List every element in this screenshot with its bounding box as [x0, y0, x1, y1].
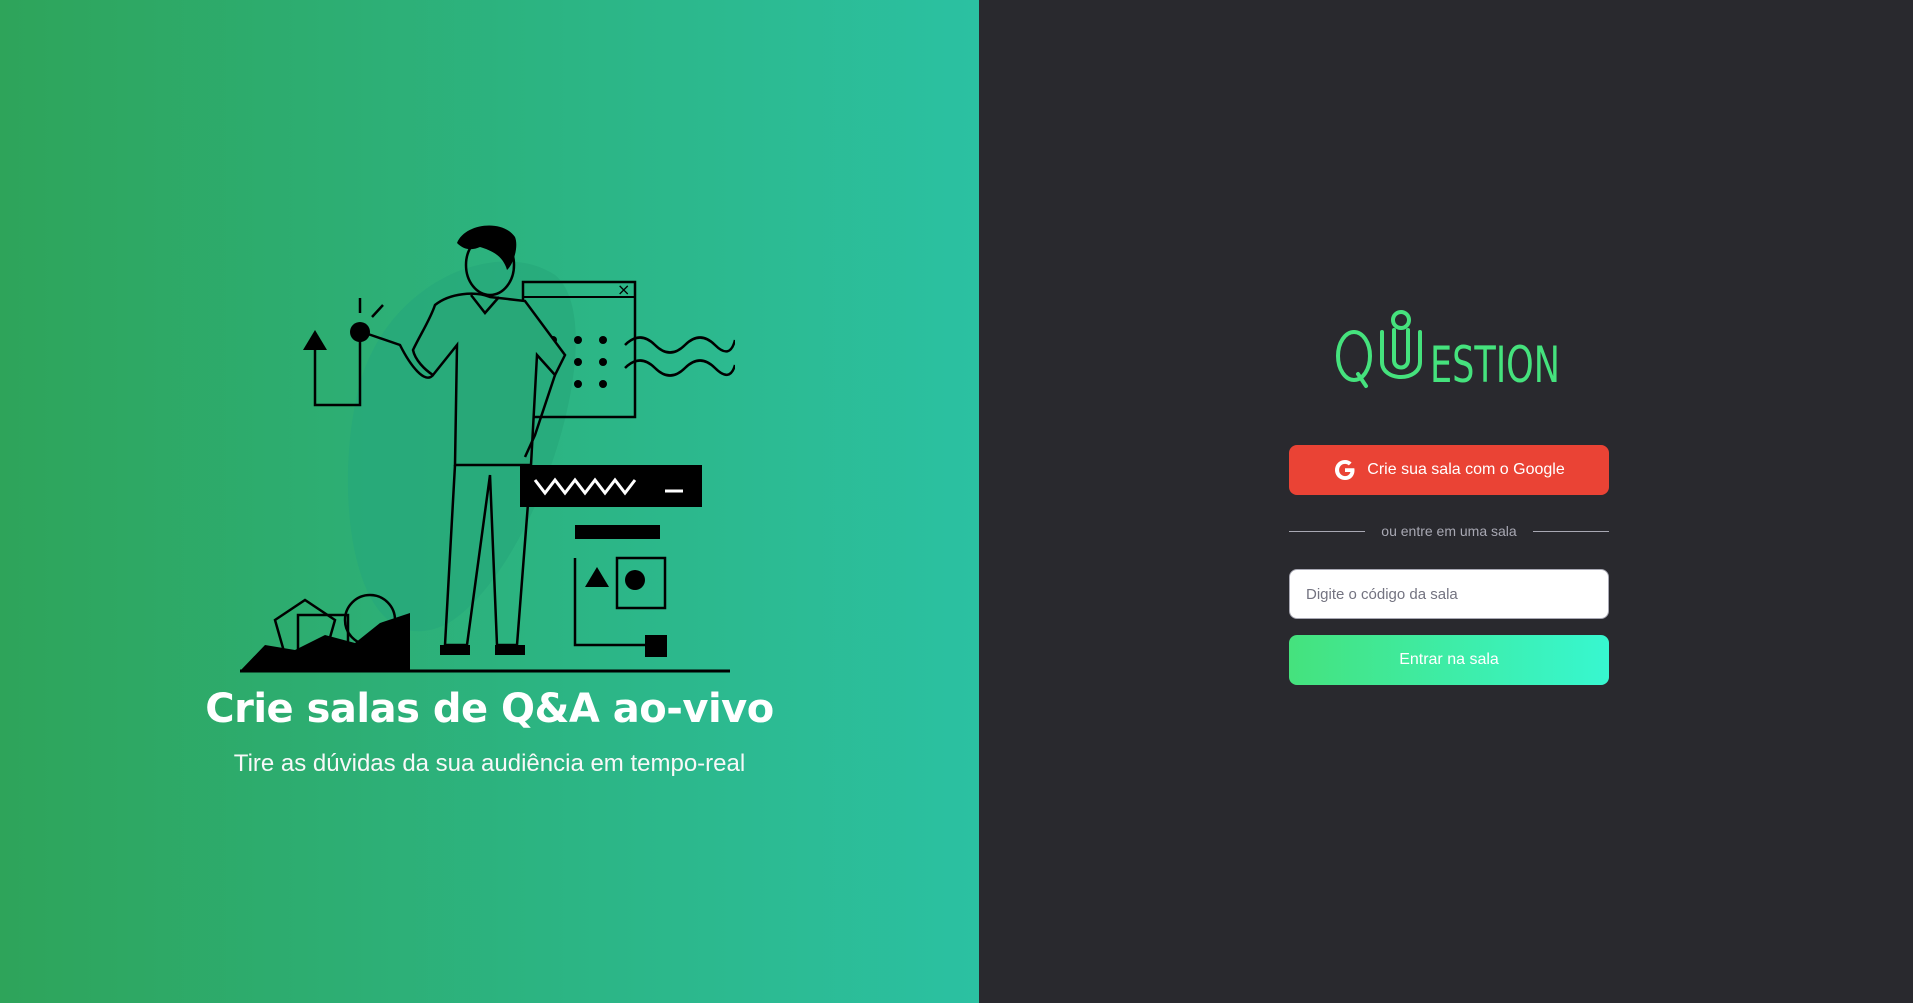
- create-room-google-button[interactable]: Crie sua sala com o Google: [1289, 445, 1609, 495]
- separator-line-left: [1289, 530, 1366, 532]
- svg-text:×: ×: [617, 280, 630, 299]
- hero-panel: × Crie salas de Q&A ao-vivo Tire as dúvi…: [0, 0, 979, 1003]
- hero-subtitle: Tire as dúvidas da sua audiência em temp…: [233, 750, 746, 777]
- enter-room-button[interactable]: Entrar na sala: [1289, 635, 1609, 685]
- person-with-ideas-illustration: ×: [240, 225, 735, 673]
- login-panel: ESTION Crie sua sala com o Google ou ent…: [979, 0, 1913, 1003]
- room-code-input[interactable]: [1289, 569, 1609, 619]
- google-icon: [1335, 460, 1355, 480]
- hero-title: Crie salas de Q&A ao-vivo: [205, 686, 774, 732]
- google-button-label: Crie sua sala com o Google: [1367, 461, 1565, 478]
- question-logo: ESTION: [1336, 310, 1560, 394]
- login-form: ESTION Crie sua sala com o Google ou ent…: [1289, 300, 1609, 685]
- svg-text:ESTION: ESTION: [1430, 336, 1560, 394]
- separator-text: ou entre em uma sala: [1381, 523, 1517, 539]
- separator-line-right: [1532, 530, 1609, 532]
- separator: ou entre em uma sala: [1289, 523, 1609, 539]
